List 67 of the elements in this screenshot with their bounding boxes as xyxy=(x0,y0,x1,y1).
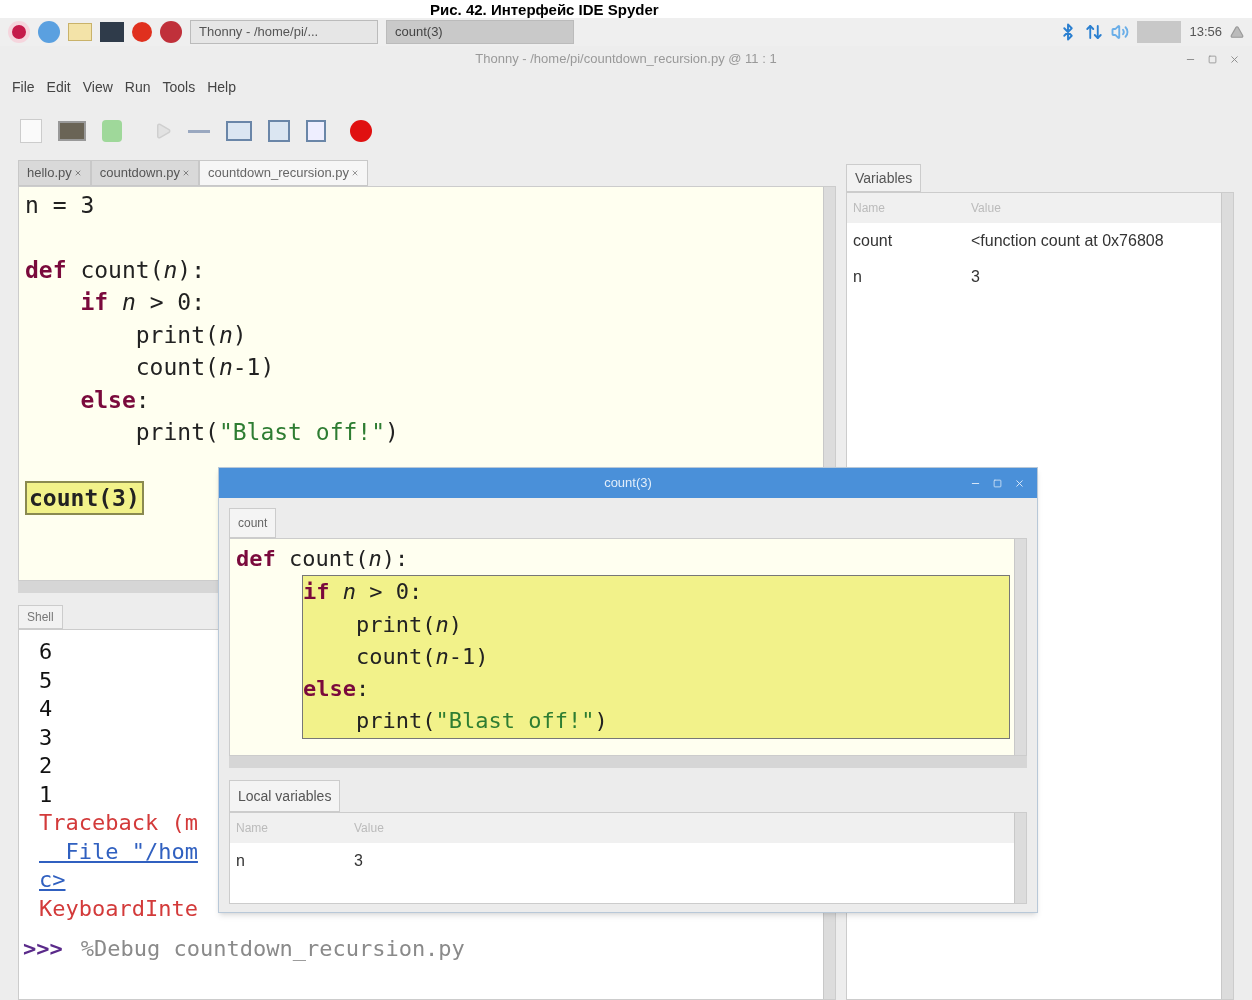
code-line: print("Blast off!") xyxy=(354,707,608,736)
table-cell-text: <function count at 0x76808 xyxy=(970,231,1164,251)
close-icon[interactable] xyxy=(182,169,191,177)
menu-item[interactable]: File xyxy=(12,76,35,98)
close-icon[interactable] xyxy=(73,169,82,177)
taskbar-button[interactable]: count(3) xyxy=(386,20,574,44)
eject-icon[interactable] xyxy=(1230,25,1244,39)
code-line: def count(n): xyxy=(25,255,206,285)
shell-tab[interactable]: Shell xyxy=(18,605,63,629)
run-icon[interactable] xyxy=(154,122,172,140)
shell-line: 2 xyxy=(39,752,53,780)
folder-icon[interactable] xyxy=(68,23,92,41)
dialog-title: count(3) xyxy=(604,474,652,493)
new-file-icon[interactable] xyxy=(20,119,42,143)
menu-item[interactable]: Edit xyxy=(46,76,71,98)
code-line: print(n) xyxy=(354,610,462,639)
clock[interactable]: 13:56 xyxy=(1189,22,1222,42)
code-line: count(n-1) xyxy=(354,642,489,671)
table-cell-text: 3 xyxy=(353,851,363,871)
close-icon[interactable] xyxy=(1229,53,1240,65)
close-icon[interactable] xyxy=(350,169,359,177)
network-icon[interactable] xyxy=(1085,23,1104,41)
editor-tab[interactable]: countdown.py xyxy=(90,160,200,186)
shell-line: 4 xyxy=(39,695,53,723)
code-line: n = 3 xyxy=(25,191,95,220)
shell-command: %Debug countdown_recursion.py xyxy=(80,935,465,963)
code-line: print(n) xyxy=(134,320,247,350)
shell-line: 5 xyxy=(39,666,53,695)
local-variables-tab[interactable]: Local variables xyxy=(229,780,341,812)
table-cell-text: n xyxy=(852,267,863,287)
variables-tab[interactable]: Variables xyxy=(846,164,922,192)
scrollbar[interactable] xyxy=(229,756,1027,768)
scrollbar[interactable] xyxy=(1014,813,1026,903)
shell-line: 1 xyxy=(39,780,53,809)
stop-icon[interactable] xyxy=(350,120,372,142)
menu-item[interactable]: Tools xyxy=(162,76,196,98)
editor-tab[interactable]: countdown_recursion.py xyxy=(199,160,368,186)
code-line: def count(n): xyxy=(236,545,409,573)
shell-prompt: >>> xyxy=(23,935,63,963)
frame-tab[interactable]: count xyxy=(229,508,277,538)
table-cell-text: count xyxy=(852,231,894,251)
editor-tab[interactable]: hello.py xyxy=(18,160,91,186)
code-line: count(n-1) xyxy=(134,353,275,382)
code-line: else: xyxy=(79,385,150,415)
shell-line: Traceback (m xyxy=(39,809,198,837)
window-title: Thonny - /home/pi/countdown_recursion.py @ 11 : 1 xyxy=(475,50,777,69)
taskbar-button[interactable]: Thonny - /home/pi/... xyxy=(190,20,378,44)
figure-caption: Рис. 42. Интерфейс IDE Spyder xyxy=(430,1,659,17)
shell-line: KeyboardInte xyxy=(39,894,198,923)
shell-line: 3 xyxy=(39,723,53,752)
scrollbar[interactable] xyxy=(1014,539,1026,755)
menu-item[interactable]: Run xyxy=(124,76,151,98)
menu-item[interactable]: View xyxy=(82,76,113,98)
scrollbar[interactable] xyxy=(1221,193,1233,999)
globe-icon[interactable] xyxy=(38,21,60,43)
menu-item[interactable]: Help xyxy=(207,76,236,98)
table-cell-text: n xyxy=(235,851,246,871)
code-line: if n > 0: xyxy=(303,578,423,607)
code-line: if n > 0: xyxy=(79,288,206,317)
code-line: else: xyxy=(303,675,370,704)
table-cell-text: 3 xyxy=(970,267,980,287)
shell-line: 6 xyxy=(39,638,53,666)
close-icon[interactable] xyxy=(1014,477,1025,489)
code-line: print("Blast off!") xyxy=(134,418,399,447)
volume-icon[interactable] xyxy=(1111,23,1130,41)
current-call-highlight: count(3) xyxy=(25,480,144,515)
maximize-icon[interactable] xyxy=(1208,54,1217,64)
